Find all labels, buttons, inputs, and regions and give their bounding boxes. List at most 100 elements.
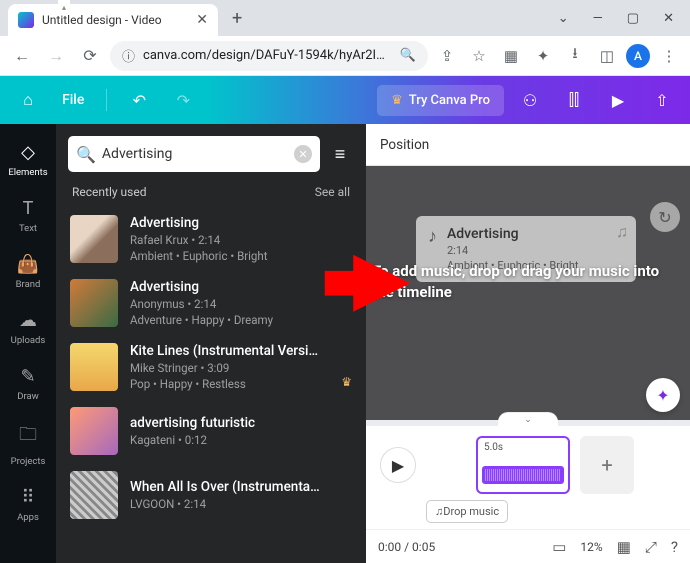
rail-elements[interactable]: ◇Elements	[0, 134, 56, 186]
try-canva-pro-button[interactable]: ♛ Try Canva Pro	[377, 85, 504, 116]
rail-projects[interactable]: 🗀Projects	[0, 414, 56, 475]
site-info-icon[interactable]: ⓘ	[122, 46, 135, 65]
search-box[interactable]: 🔍 ✕	[68, 136, 320, 172]
element-toolbar: Position	[366, 124, 690, 166]
track-meta: Anonymus • 2:14	[130, 297, 352, 311]
close-window-icon[interactable]: ✕	[663, 11, 674, 26]
home-icon[interactable]: ⌂	[10, 82, 46, 118]
url-input[interactable]: ⓘ canva.com/design/DAFuY-1594k/hyAr2I… 🔍	[110, 41, 428, 71]
grid-view-icon[interactable]: ▦	[617, 538, 631, 556]
drag-card-meta: 2:14	[447, 244, 579, 257]
profile-avatar[interactable]: A	[626, 44, 650, 68]
file-menu[interactable]: File	[54, 92, 92, 108]
video-clip[interactable]: 5.0s	[476, 436, 570, 494]
draw-icon: ✎	[20, 366, 35, 387]
rail-text[interactable]: TText	[0, 190, 56, 242]
add-page-button[interactable]: +	[580, 436, 634, 494]
canvas-area: Position ↻ ♪ Advertising 2:14 Ambient • …	[366, 124, 690, 563]
search-input[interactable]	[102, 146, 288, 162]
browser-tab[interactable]: Untitled design - Video ✕	[8, 4, 218, 36]
audio-track[interactable]: advertising futuristic Kagateni • 0:12	[56, 399, 366, 463]
track-title: advertising futuristic	[130, 415, 352, 431]
audio-track[interactable]: Advertising Anonymus • 2:14 Adventure • …	[56, 271, 366, 335]
track-thumbnail	[70, 407, 118, 455]
magic-button[interactable]: ✦	[646, 378, 680, 412]
pro-badge-icon: ♛	[341, 375, 352, 389]
notes-icon[interactable]: ▭	[552, 538, 566, 556]
reload-button[interactable]: ⟳	[76, 42, 104, 70]
track-list[interactable]: Advertising Rafael Krux • 2:14 Ambient •…	[56, 207, 366, 563]
track-tags: Pop • Happy • Restless	[130, 377, 329, 391]
clear-search-icon[interactable]: ✕	[294, 145, 312, 163]
browser-tab-strip: Untitled design - Video ✕ + ⌄ — ▢ ✕	[0, 0, 690, 36]
clip-audio-waveform	[482, 466, 564, 484]
url-text: canva.com/design/DAFuY-1594k/hyAr2I…	[143, 48, 385, 63]
invite-icon[interactable]: ⚇	[512, 82, 548, 118]
zoom-level[interactable]: 12%	[580, 540, 602, 554]
track-title: Kite Lines (Instrumental Versi…	[130, 343, 329, 359]
play-button[interactable]: ▶	[380, 447, 416, 483]
section-title: Recently used	[72, 185, 146, 199]
share-button[interactable]: ⇧	[644, 82, 680, 118]
play-preview-icon[interactable]: ▶	[600, 82, 636, 118]
analytics-icon[interactable]: ⫿⫿	[556, 82, 592, 118]
apps-icon: ⠿	[21, 487, 34, 508]
drag-card-title: Advertising	[447, 226, 579, 242]
tab-title: Untitled design - Video	[42, 13, 196, 27]
undo-button[interactable]: ↶	[121, 82, 157, 118]
fullscreen-icon[interactable]: ⤢	[645, 538, 657, 556]
see-all-link[interactable]: See all	[315, 185, 350, 199]
sidepanel-icon[interactable]: ◫	[594, 43, 620, 69]
drop-music-target[interactable]: ♫Drop music	[426, 500, 508, 523]
track-thumbnail	[70, 343, 118, 391]
track-thumbnail	[70, 215, 118, 263]
back-button[interactable]: ←	[8, 42, 36, 70]
track-title: Advertising	[130, 215, 352, 231]
track-thumbnail	[70, 471, 118, 519]
redo-button[interactable]: ↷	[165, 82, 201, 118]
track-tags: Ambient • Euphoric • Bright	[130, 249, 352, 263]
forward-button[interactable]: →	[42, 42, 70, 70]
music-note-icon: ♫	[616, 222, 628, 242]
kebab-menu-icon[interactable]: ⋮	[656, 43, 682, 69]
track-meta: Mike Stringer • 3:09	[130, 361, 329, 375]
canvas-stage[interactable]: ↻ ♪ Advertising 2:14 Ambient • Euphoric …	[366, 166, 690, 420]
download-icon[interactable]: ⭳	[562, 43, 588, 69]
playback-time: 0:00 / 0:05	[378, 540, 435, 554]
position-button[interactable]: Position	[380, 137, 429, 153]
extensions-icon[interactable]: ✦	[530, 43, 556, 69]
elements-icon: ◇	[21, 142, 35, 163]
search-icon: 🔍	[76, 145, 96, 164]
chevron-down-icon[interactable]: ⌄	[558, 11, 569, 26]
clip-duration: 5.0s	[484, 442, 503, 453]
crown-icon: ♛	[391, 93, 403, 108]
track-thumbnail	[70, 279, 118, 327]
text-icon: T	[23, 198, 34, 219]
rail-uploads[interactable]: ☁Uploads	[0, 302, 56, 354]
refresh-icon[interactable]: ↻	[650, 202, 680, 232]
zoom-icon[interactable]: 🔍	[400, 48, 416, 63]
filter-icon[interactable]: ≡	[326, 144, 354, 165]
rail-draw[interactable]: ✎Draw	[0, 358, 56, 410]
audio-track[interactable]: Kite Lines (Instrumental Versi… Mike Str…	[56, 335, 366, 399]
new-tab-button[interactable]: +	[232, 8, 242, 29]
panel-top-handle[interactable]: ▴	[58, 0, 70, 14]
audio-track[interactable]: When All Is Over (Instrumenta… LVGOON • …	[56, 463, 366, 527]
plugin-icon[interactable]: ▦	[498, 43, 524, 69]
bottom-status-bar: 0:00 / 0:05 ▭ 12% ▦ ⤢ ?	[366, 529, 690, 563]
track-meta: Kagateni • 0:12	[130, 433, 352, 447]
timeline-collapse-handle[interactable]: ⌄	[498, 412, 558, 426]
timeline: ▶ 5.0s + ♫Drop music	[366, 426, 690, 529]
drop-hint-text: To add music, drop or drag your music in…	[366, 261, 690, 303]
audio-track[interactable]: Advertising Rafael Krux • 2:14 Ambient •…	[56, 207, 366, 271]
rail-apps[interactable]: ⠿Apps	[0, 479, 56, 531]
bookmark-icon[interactable]: ☆	[466, 43, 492, 69]
canva-favicon	[18, 12, 34, 28]
help-icon[interactable]: ?	[671, 538, 678, 556]
uploads-icon: ☁	[19, 310, 37, 331]
share-icon[interactable]: ⇪	[434, 43, 460, 69]
rail-brand[interactable]: 👜Brand	[0, 246, 56, 298]
minimize-icon[interactable]: —	[593, 11, 603, 26]
maximize-icon[interactable]: ▢	[627, 11, 639, 26]
close-tab-icon[interactable]: ✕	[196, 12, 208, 28]
